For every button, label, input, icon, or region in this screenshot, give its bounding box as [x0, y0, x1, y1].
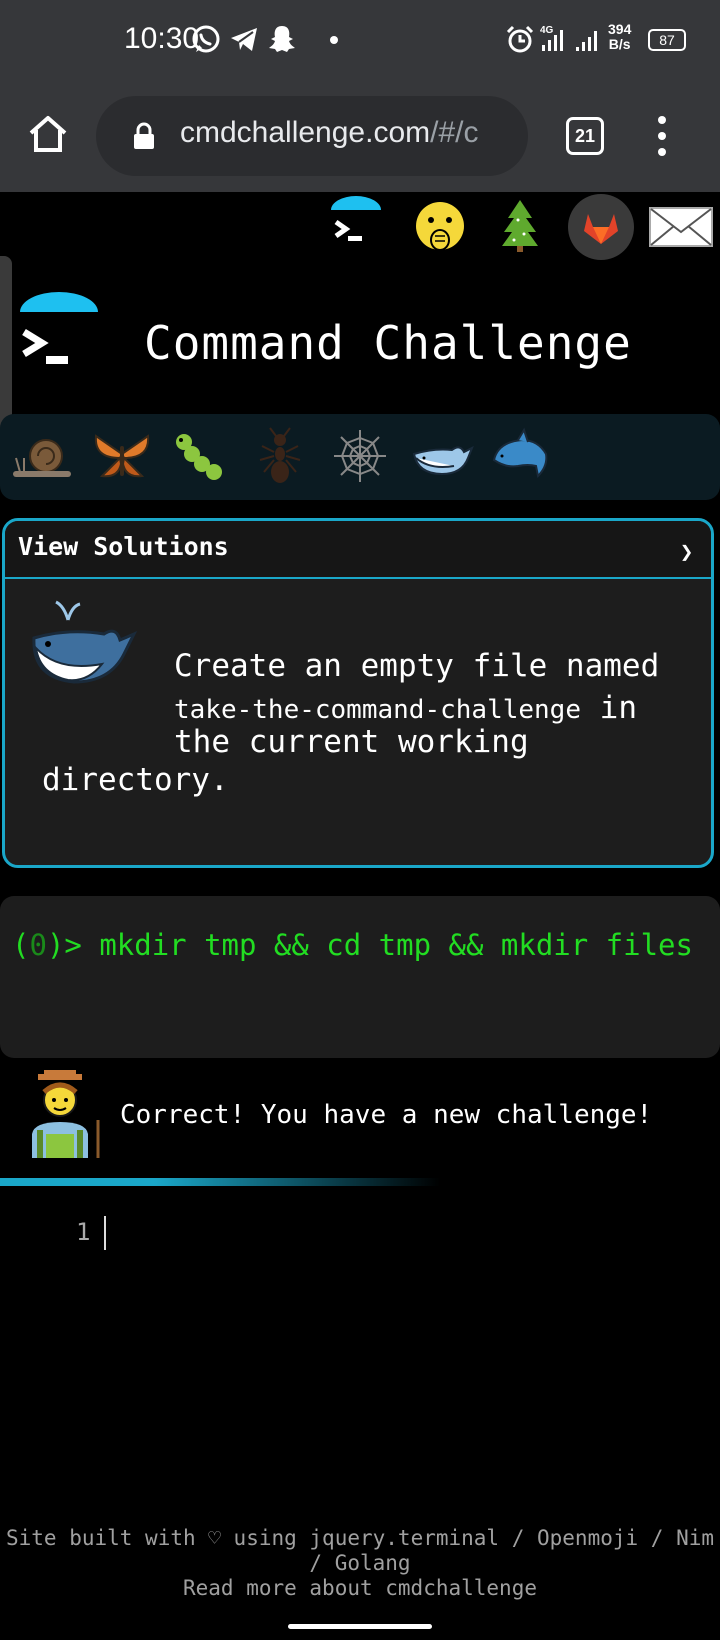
- challenge-text-line3: the current working: [174, 724, 529, 760]
- challenge-text-line4: directory.: [42, 762, 229, 798]
- dolphin-icon[interactable]: [488, 424, 552, 488]
- snail-icon[interactable]: [10, 424, 74, 488]
- line-number: 1: [76, 1218, 91, 1246]
- shushing-face-icon[interactable]: [410, 196, 470, 256]
- whatsapp-icon: [192, 25, 220, 53]
- chevron-right-icon[interactable]: ❯: [680, 540, 693, 565]
- gitlab-icon[interactable]: [568, 194, 634, 260]
- ant-icon[interactable]: [248, 424, 312, 488]
- footer-credits[interactable]: Site built with ♡ using jquery.terminal …: [0, 1526, 720, 1551]
- caterpillar-icon[interactable]: [168, 424, 232, 488]
- text-cursor[interactable]: [104, 1216, 106, 1250]
- battery-indicator: 87: [648, 29, 686, 51]
- page-title: Command Challenge: [144, 316, 632, 370]
- prompt-close: )>: [46, 928, 100, 962]
- home-icon[interactable]: [26, 112, 70, 156]
- challenge-filename: take-the-command-challenge: [174, 695, 581, 725]
- prompt-open: (: [12, 928, 30, 962]
- tab-switcher-button[interactable]: 21: [566, 117, 604, 155]
- terminal-icon[interactable]: [326, 196, 386, 256]
- network-label: 4G: [540, 25, 554, 36]
- whale-icon[interactable]: [410, 424, 474, 488]
- notification-dot-icon: [330, 36, 338, 44]
- logo-terminal-icon: [20, 292, 98, 364]
- url-domain: cmdchallenge.com: [180, 116, 431, 149]
- telegram-icon: [231, 28, 257, 51]
- progress-bar: [0, 1178, 440, 1186]
- challenge-filename-line: take-the-command-challenge in: [174, 690, 637, 726]
- footer: Site built with ♡ using jquery.terminal …: [0, 1526, 720, 1601]
- url-text[interactable]: cmdchallenge.com/#/c: [180, 116, 510, 150]
- exit-code: 0: [29, 928, 47, 962]
- signal-icon: [576, 31, 597, 51]
- home-indicator[interactable]: [288, 1624, 432, 1629]
- challenge-text-in: in: [581, 690, 637, 726]
- mail-icon[interactable]: [648, 196, 714, 256]
- network-speed: 394 B/s: [608, 22, 631, 52]
- farmer-icon: [32, 1070, 100, 1158]
- spider-web-icon[interactable]: [328, 424, 392, 488]
- result-message: Correct! You have a new challenge!: [120, 1100, 653, 1130]
- signal-4g-icon: 4G: [540, 25, 563, 51]
- butterfly-icon[interactable]: [90, 424, 154, 488]
- view-solutions-label[interactable]: View Solutions: [18, 532, 229, 561]
- terminal-command: mkdir tmp && cd tmp && mkdir files: [99, 928, 693, 962]
- read-more-link[interactable]: Read more about cmdchallenge: [0, 1576, 720, 1601]
- speed-value: 394: [608, 21, 632, 37]
- lock-icon: [134, 122, 154, 149]
- speed-unit: B/s: [608, 36, 631, 52]
- challenge-text-line1: Create an empty file named: [174, 648, 660, 684]
- terminal-command-line: (0)> mkdir tmp && cd tmp && mkdir files: [12, 928, 693, 962]
- alarm-icon: [506, 25, 534, 53]
- whale-icon: [32, 600, 138, 684]
- snapchat-icon: [269, 26, 295, 52]
- footer-credits-cont[interactable]: / Golang: [0, 1551, 720, 1576]
- status-time: 10:30: [124, 22, 200, 55]
- terminal[interactable]: [0, 896, 720, 1058]
- url-path: /#/c: [430, 116, 479, 149]
- more-menu-icon[interactable]: [654, 114, 670, 158]
- tree-icon[interactable]: [490, 196, 550, 256]
